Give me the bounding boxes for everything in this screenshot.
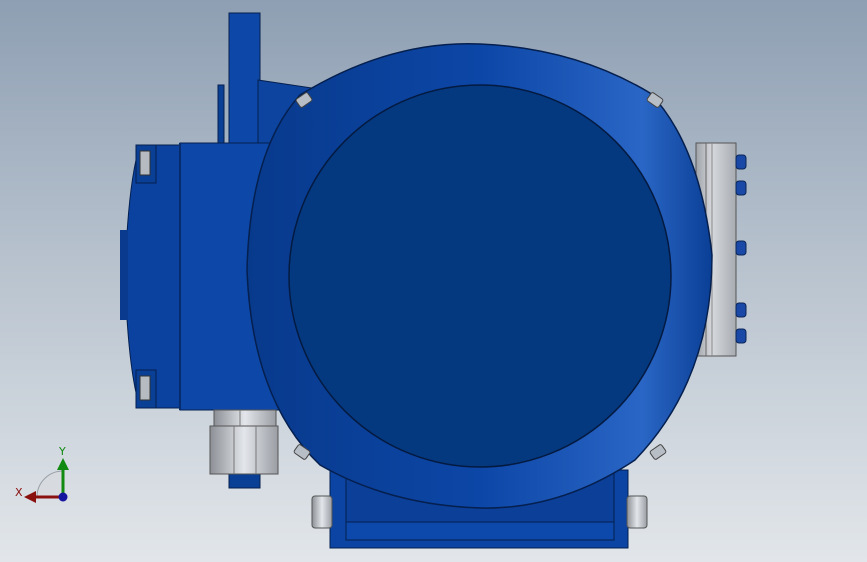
gearbox-body [246, 42, 713, 509]
actuator-model[interactable] [0, 0, 867, 562]
cad-viewport[interactable]: X Y [0, 0, 867, 562]
cable-gland [209, 409, 279, 475]
